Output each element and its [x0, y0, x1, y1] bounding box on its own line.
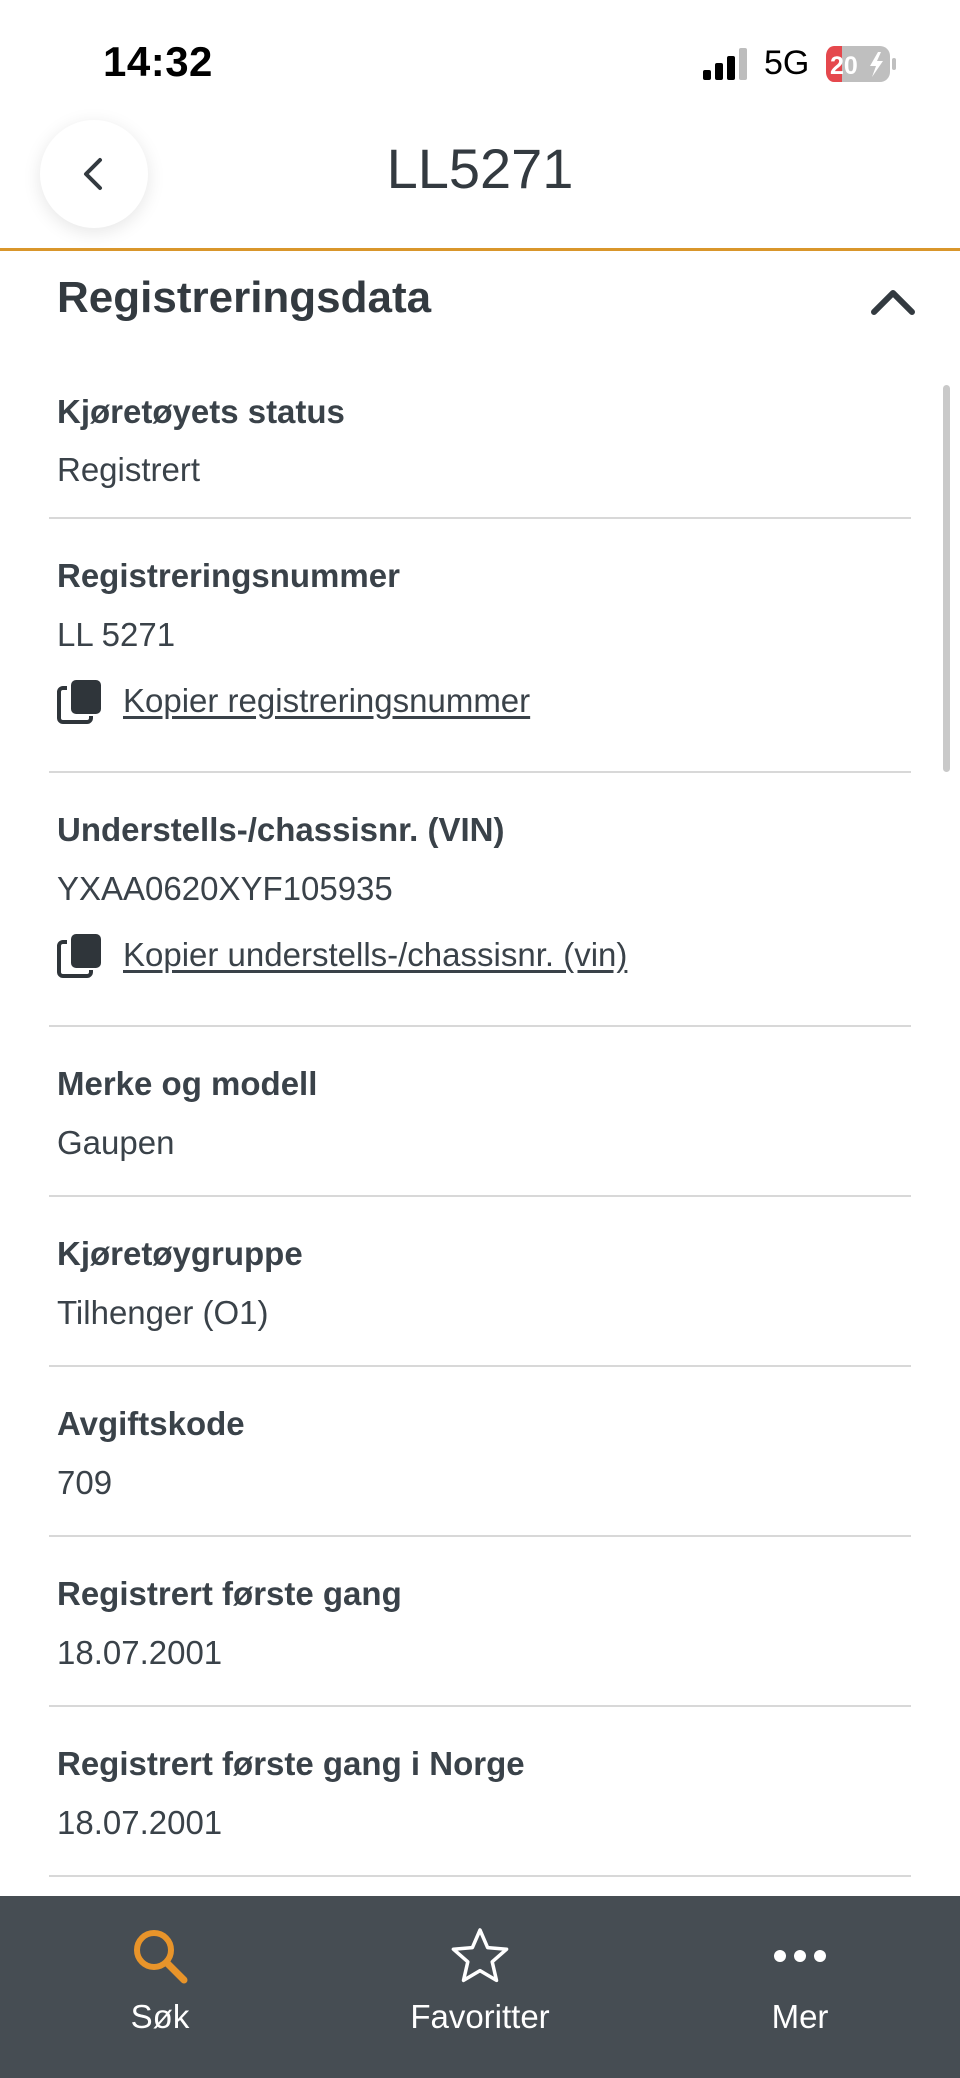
field-label: Kjøretøygruppe: [57, 1235, 303, 1272]
scrollbar[interactable]: [943, 385, 950, 772]
more-icon: [774, 1950, 826, 1962]
battery-level: 20: [830, 52, 858, 80]
copy-link-label[interactable]: Kopier registreringsnummer: [123, 682, 530, 720]
copy-link-label[interactable]: Kopier understells-/chassisnr. (vin): [123, 936, 627, 974]
field-value: Gaupen: [57, 1124, 175, 1161]
battery-icon: 20: [826, 46, 896, 82]
section-header-registreringsdata[interactable]: Registreringsdata: [57, 271, 915, 331]
field-row-registrert-forste-gang-norge: Registrert første gang i Norge 18.07.200…: [49, 1707, 911, 1877]
field-value: LL 5271: [57, 616, 176, 653]
field-label: Kjøretøyets status: [57, 393, 345, 430]
tab-sok[interactable]: Søk: [40, 1926, 280, 2056]
field-label: Registrert første gang: [57, 1575, 402, 1612]
field-value: 18.07.2001: [57, 1634, 223, 1671]
tab-label: Mer: [771, 1998, 829, 2035]
tab-mer[interactable]: Mer: [680, 1926, 920, 2056]
network-label: 5G: [764, 44, 810, 82]
signal-icon: [703, 48, 747, 80]
field-value: YXAA0620XYF105935: [57, 870, 393, 907]
field-label: Understells-/chassisnr. (VIN): [57, 811, 505, 848]
tab-bar: Søk Favoritter Mer: [0, 1896, 960, 2078]
field-row-registreringsnummer: Registreringsnummer LL 5271 Kopier regis…: [49, 519, 911, 773]
tab-favoritter[interactable]: Favoritter: [360, 1926, 600, 2056]
copy-vin-button[interactable]: Kopier understells-/chassisnr. (vin): [57, 931, 627, 979]
chevron-up-icon[interactable]: [863, 271, 923, 331]
header: LL5271: [0, 110, 960, 251]
field-row-merke-modell: Merke og modell Gaupen: [49, 1027, 911, 1197]
copy-registreringsnummer-button[interactable]: Kopier registreringsnummer: [57, 677, 530, 725]
field-row-avgiftskode: Avgiftskode 709: [49, 1367, 911, 1537]
field-label: Registreringsnummer: [57, 557, 400, 594]
content-scroll-area[interactable]: Registreringsdata Kjøretøyets status Reg…: [0, 251, 960, 1896]
page-title: LL5271: [386, 137, 574, 200]
field-value: 709: [57, 1464, 113, 1501]
field-label: Registrert første gang i Norge: [57, 1745, 525, 1782]
tab-label: Søk: [130, 1998, 190, 2035]
search-icon: [134, 1930, 188, 1984]
field-value: Registrert: [57, 451, 201, 488]
field-list: Kjøretøyets status Registrert Registreri…: [49, 371, 911, 1877]
field-label: Merke og modell: [57, 1065, 318, 1102]
star-icon: [451, 1928, 509, 1983]
field-row-vin: Understells-/chassisnr. (VIN) YXAA0620XY…: [49, 773, 911, 1027]
copy-icon: [57, 680, 101, 724]
field-label: Avgiftskode: [57, 1405, 245, 1442]
field-value: Tilhenger (O1): [57, 1294, 269, 1331]
status-bar: 14:32 5G 20: [0, 0, 960, 110]
section-title: Registreringsdata: [57, 273, 432, 322]
copy-icon: [57, 934, 101, 978]
status-time: 14:32: [103, 38, 213, 85]
field-row-kjoretoygruppe: Kjøretøygruppe Tilhenger (O1): [49, 1197, 911, 1367]
field-row-registrert-forste-gang: Registrert første gang 18.07.2001: [49, 1537, 911, 1707]
tab-label: Favoritter: [410, 1998, 550, 2035]
field-value: 18.07.2001: [57, 1804, 223, 1841]
field-row-status: Kjøretøyets status Registrert: [49, 371, 911, 519]
